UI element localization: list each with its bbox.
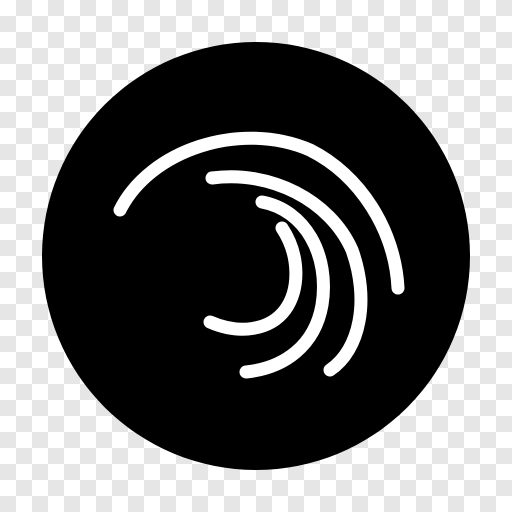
transparency-checkerboard-background bbox=[0, 0, 512, 512]
logo-black-circle bbox=[42, 42, 470, 470]
app-logo bbox=[42, 42, 470, 470]
